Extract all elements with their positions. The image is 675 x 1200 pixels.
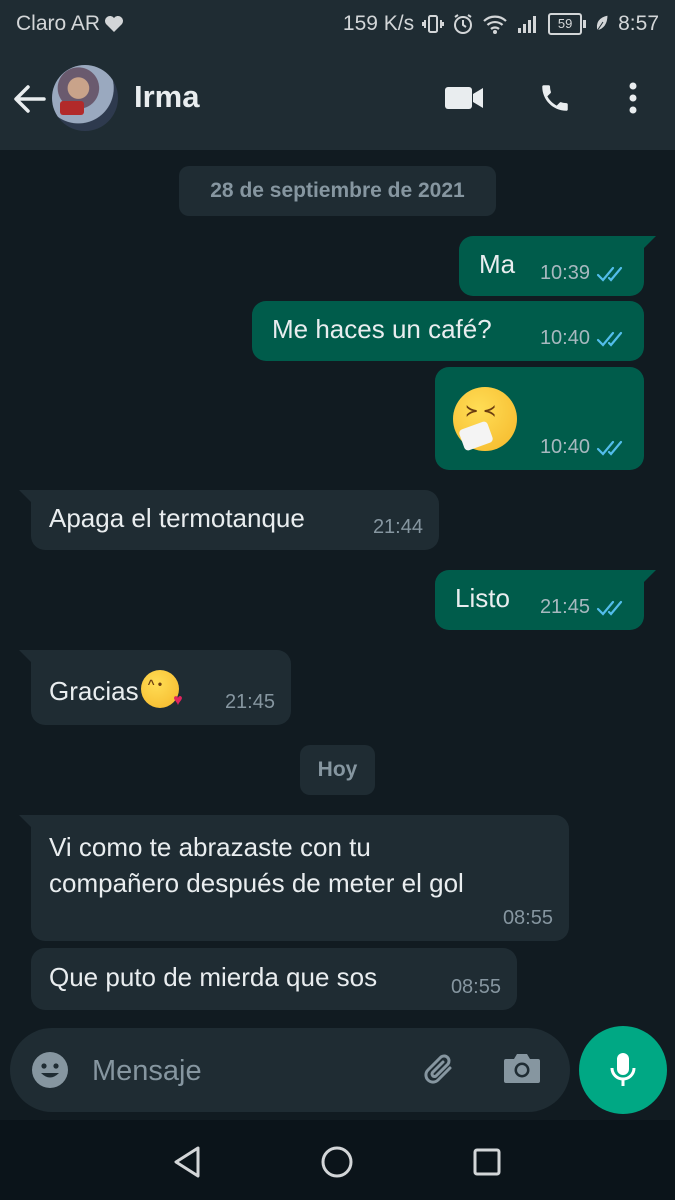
nav-recents-button[interactable] <box>465 1140 509 1184</box>
message-text-line: Vi como te abrazaste con tu <box>49 832 371 862</box>
outgoing-message[interactable]: Listo 21:45 <box>435 570 656 630</box>
status-bar: Claro AR 159 K/s 59 8:57 <box>0 0 675 48</box>
back-arrow-icon <box>14 85 46 113</box>
system-nav-bar <box>0 1120 675 1200</box>
date-chip: 28 de septiembre de 2021 <box>179 166 496 216</box>
vibrate-icon <box>422 13 445 35</box>
contact-name[interactable]: Irma <box>134 79 199 115</box>
nav-home-button[interactable] <box>315 1140 359 1184</box>
outgoing-message[interactable]: 10:40 <box>435 367 644 470</box>
more-vert-icon <box>629 82 637 114</box>
read-ticks-icon <box>596 330 628 348</box>
more-options-button[interactable] <box>611 78 655 118</box>
attach-button[interactable] <box>420 1050 460 1090</box>
net-speed: 159 K/s <box>342 12 415 35</box>
message-composer <box>10 1028 570 1112</box>
message-text-line: compañero después de meter el gol <box>49 868 464 898</box>
incoming-message[interactable]: Que puto de mierda que sos 08:55 <box>31 948 517 1010</box>
attach-icon <box>424 1054 452 1084</box>
read-ticks-icon <box>596 265 628 283</box>
wifi-icon <box>482 13 508 35</box>
carrier-label: Claro AR <box>16 12 101 35</box>
message-text: Ma <box>479 249 516 279</box>
message-time: 10:40 <box>539 327 590 349</box>
camera-icon <box>504 1054 540 1083</box>
battery-level: 59 <box>548 13 583 35</box>
outgoing-message[interactable]: Ma 10:39 <box>459 236 656 296</box>
video-call-icon <box>445 87 483 109</box>
leaf-icon <box>594 14 610 34</box>
message-input[interactable] <box>90 1042 394 1100</box>
message-time: 08:55 <box>502 907 553 929</box>
nav-back-icon <box>174 1146 200 1178</box>
message-time: 10:39 <box>539 262 590 284</box>
signal-icon <box>516 13 540 35</box>
chat-header: Irma <box>0 48 675 150</box>
phone-icon <box>542 85 568 111</box>
message-time: 21:45 <box>539 596 590 618</box>
heart-icon <box>104 15 124 33</box>
voice-call-button[interactable] <box>533 78 577 118</box>
message-time: 10:40 <box>539 436 590 458</box>
outgoing-message[interactable]: Me haces un café? 10:40 <box>252 301 644 361</box>
avatar[interactable] <box>52 65 118 131</box>
battery-icon: 59 <box>548 13 587 35</box>
message-text: Apaga el termotanque <box>49 503 305 533</box>
video-call-button[interactable] <box>442 78 486 118</box>
read-ticks-icon <box>596 439 628 457</box>
back-button[interactable] <box>12 81 52 117</box>
message-text: Me haces un café? <box>272 314 492 344</box>
message-text: Que puto de mierda que sos <box>49 962 378 992</box>
emoji-button[interactable] <box>30 1050 70 1090</box>
alarm-icon <box>452 13 474 35</box>
incoming-message[interactable]: Apaga el termotanque 21:44 <box>19 490 439 550</box>
incoming-message[interactable]: Vi como te abrazaste con tu compañero de… <box>19 815 569 941</box>
sneezing-face-emoji <box>453 387 517 452</box>
incoming-message[interactable]: Gracias 21:45 <box>19 650 291 725</box>
nav-home-icon <box>321 1146 353 1178</box>
message-time: 08:55 <box>450 976 501 998</box>
emoji-icon <box>32 1052 68 1088</box>
message-list[interactable]: 28 de septiembre de 2021 Ma 10:39 Me hac… <box>0 150 675 1026</box>
kiss-emoji <box>140 670 183 710</box>
camera-button[interactable] <box>502 1050 546 1090</box>
clock: 8:57 <box>618 12 659 35</box>
read-ticks-icon <box>596 599 628 617</box>
mic-icon <box>610 1053 636 1086</box>
nav-recents-icon <box>473 1148 501 1176</box>
message-time: 21:44 <box>372 516 423 538</box>
date-chip: Hoy <box>300 745 375 795</box>
voice-message-button[interactable] <box>579 1026 667 1114</box>
message-time: 21:45 <box>224 691 275 713</box>
message-text: Listo <box>455 583 510 613</box>
message-text: Gracias <box>49 676 139 706</box>
nav-back-button[interactable] <box>166 1140 210 1184</box>
